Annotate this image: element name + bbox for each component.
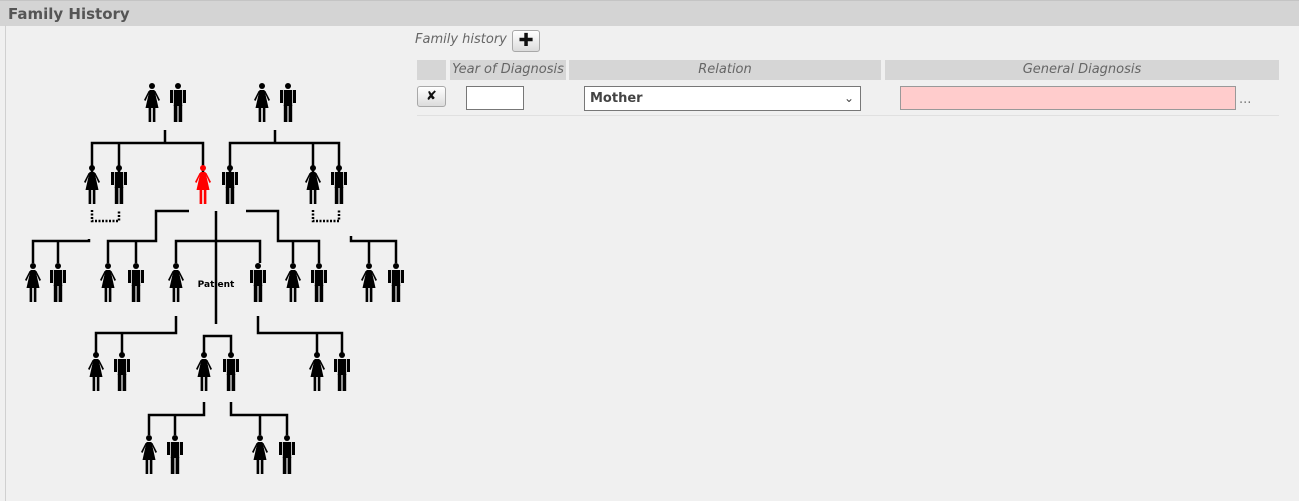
patient-label: Patient [198, 280, 235, 290]
relation-select[interactable]: Mother ⌄ [584, 86, 861, 111]
column-header-year: Year of Diagnosis [450, 60, 566, 80]
relation-value: Mother [590, 91, 643, 106]
column-header-diagnosis: General Diagnosis [885, 60, 1279, 80]
mother-highlight-figure [195, 165, 211, 204]
chevron-down-icon: ⌄ [843, 91, 854, 105]
pedigree-diagram: Patient [25, 83, 404, 474]
general-diagnosis-input[interactable] [900, 86, 1236, 110]
plus-icon: ✚ [518, 30, 534, 51]
section-header: Family History [0, 0, 1299, 26]
family-history-label: Family history [415, 32, 507, 47]
x-icon: ✘ [426, 89, 437, 104]
column-header-action [417, 60, 446, 80]
diagnosis-more-link[interactable]: ... [1239, 92, 1251, 107]
delete-row-button[interactable]: ✘ [417, 86, 446, 107]
section-title: Family History [8, 5, 130, 23]
row-divider [417, 115, 1279, 116]
add-family-history-button[interactable]: ✚ [512, 30, 540, 52]
year-of-diagnosis-input[interactable] [466, 86, 524, 110]
pedigree-figures [25, 83, 404, 474]
column-header-relation: Relation [569, 60, 881, 80]
